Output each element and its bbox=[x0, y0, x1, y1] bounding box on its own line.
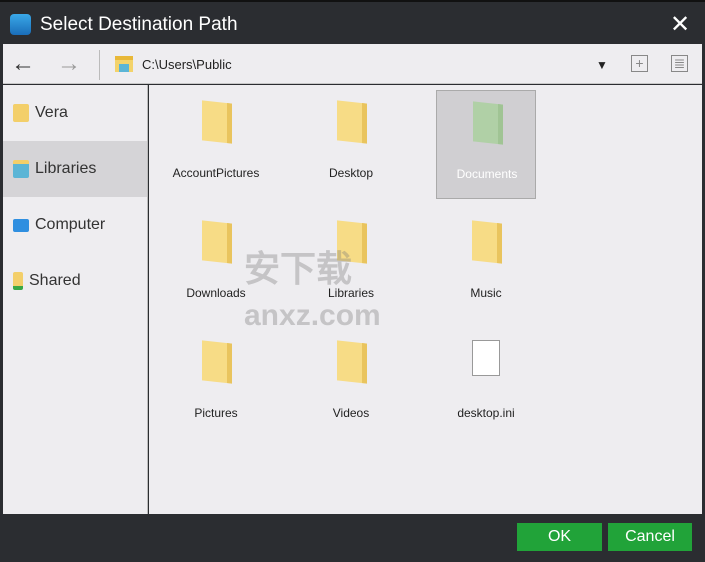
file-name: Desktop bbox=[328, 166, 374, 180]
file-name: Libraries bbox=[327, 286, 375, 300]
folder-icon bbox=[337, 100, 367, 144]
sidebar: Vera Libraries Computer Shared bbox=[3, 85, 148, 514]
file-item[interactable]: desktop.ini bbox=[436, 330, 536, 439]
folder-icon bbox=[337, 220, 367, 264]
sidebar-item-label: Computer bbox=[35, 216, 106, 233]
file-icon bbox=[472, 340, 500, 376]
forward-button[interactable]: → bbox=[57, 50, 81, 78]
file-item[interactable]: Desktop bbox=[301, 90, 401, 199]
sidebar-item-vera[interactable]: Vera bbox=[3, 85, 147, 141]
file-name: Music bbox=[470, 286, 502, 300]
new-folder-button[interactable]: + bbox=[631, 55, 648, 72]
back-button[interactable]: ← bbox=[11, 50, 35, 78]
shared-icon bbox=[13, 272, 23, 290]
file-item[interactable]: Videos bbox=[301, 330, 401, 439]
file-name: Documents bbox=[456, 167, 518, 181]
file-item[interactable]: Documents bbox=[436, 90, 536, 199]
toolbar: ← → C:\Users\Public ▼ + ≣ bbox=[3, 44, 702, 84]
sidebar-item-label: Vera bbox=[35, 104, 68, 121]
file-name: desktop.ini bbox=[457, 406, 515, 420]
file-item[interactable]: Pictures bbox=[166, 330, 266, 439]
path-dropdown-button[interactable]: ▼ bbox=[596, 58, 608, 72]
file-item[interactable]: Libraries bbox=[301, 210, 401, 319]
file-name: Videos bbox=[332, 406, 370, 420]
sidebar-item-shared[interactable]: Shared bbox=[3, 253, 147, 309]
path-field[interactable]: C:\Users\Public bbox=[142, 57, 232, 72]
sidebar-item-label: Libraries bbox=[35, 160, 97, 177]
file-item[interactable]: Downloads bbox=[166, 210, 266, 319]
dialog-title: Select Destination Path bbox=[40, 14, 238, 35]
folder-icon bbox=[202, 340, 232, 384]
view-toggle-button[interactable]: ≣ bbox=[671, 55, 688, 72]
ok-button[interactable]: OK bbox=[517, 523, 602, 551]
sidebar-item-computer[interactable]: Computer bbox=[3, 197, 147, 253]
cancel-button[interactable]: Cancel bbox=[608, 523, 692, 551]
folder-icon bbox=[202, 100, 232, 144]
folder-icon bbox=[202, 220, 232, 264]
user-folder-icon bbox=[13, 104, 29, 122]
sidebar-item-libraries[interactable]: Libraries bbox=[3, 141, 147, 197]
sidebar-item-label: Shared bbox=[29, 272, 81, 289]
file-item[interactable]: Music bbox=[436, 210, 536, 319]
divider bbox=[99, 50, 100, 80]
computer-icon bbox=[13, 218, 29, 232]
folder-icon bbox=[337, 340, 367, 384]
title-bar: Select Destination Path ✕ bbox=[0, 0, 705, 44]
file-grid: AccountPictures Desktop Documents Downloads… bbox=[149, 85, 702, 514]
libraries-icon bbox=[13, 160, 29, 178]
file-name: Pictures bbox=[194, 406, 238, 420]
libraries-icon bbox=[115, 56, 133, 72]
file-name: AccountPictures bbox=[172, 166, 260, 180]
file-item[interactable]: AccountPictures bbox=[166, 90, 266, 199]
file-name: Downloads bbox=[186, 286, 246, 300]
folder-icon bbox=[472, 220, 502, 264]
app-icon bbox=[10, 14, 31, 35]
footer: OK Cancel bbox=[3, 514, 702, 560]
folder-icon bbox=[473, 101, 503, 145]
close-button[interactable]: ✕ bbox=[670, 10, 690, 39]
